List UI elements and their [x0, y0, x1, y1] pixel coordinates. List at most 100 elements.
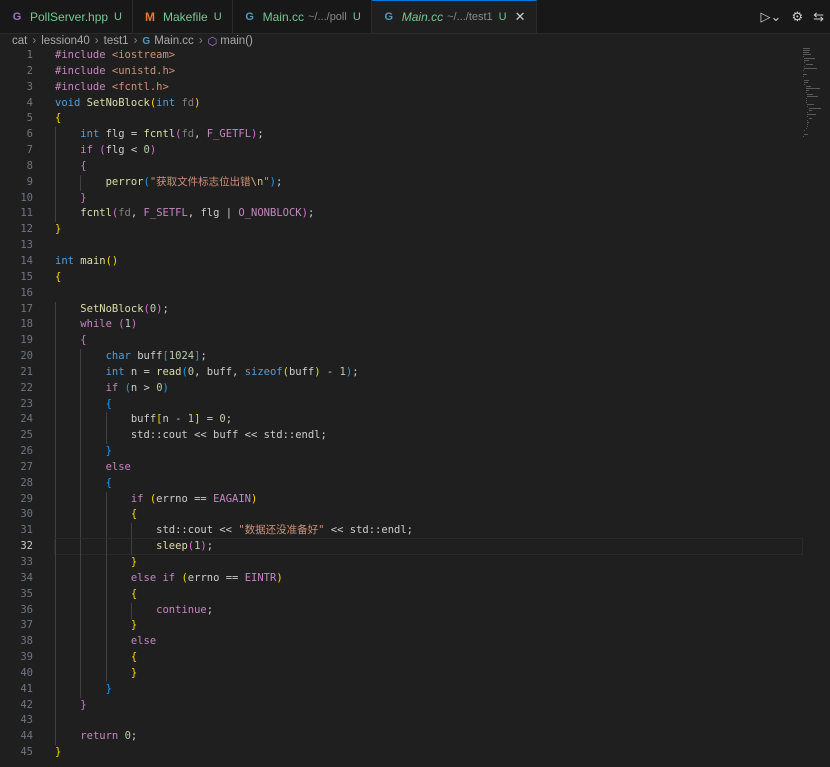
breadcrumb-item[interactable]: Main.cc	[154, 35, 194, 47]
code-line[interactable]: 29 if (errno == EAGAIN)	[0, 491, 830, 508]
code-line[interactable]: 35 {	[0, 586, 830, 603]
makefile-icon: M	[145, 9, 155, 24]
minimap-line	[807, 104, 815, 105]
line-number: 33	[20, 556, 33, 568]
line-number: 37	[20, 619, 33, 632]
code-line[interactable]: 3 #include <fcntl.h>	[0, 80, 830, 96]
line-number: 4	[26, 96, 33, 109]
minimap-line	[807, 96, 819, 97]
tab-pollserver-hpp[interactable]: G PollServer.hpp U	[0, 0, 133, 33]
code-text: if (n > 0)	[105, 381, 169, 394]
line-number: 16	[20, 286, 33, 299]
code-line[interactable]: 28 {	[0, 475, 830, 492]
gear-icon[interactable]: ⚙	[791, 9, 803, 25]
code-line[interactable]: 44 return 0;	[0, 729, 830, 746]
code-line[interactable]: 17 SetNoBlock(0);	[0, 301, 830, 318]
line-number: 17	[20, 302, 33, 315]
code-line[interactable]: 8 {	[0, 158, 830, 175]
code-line[interactable]: 45}	[0, 745, 830, 761]
code-text: }	[55, 223, 62, 236]
code-text: }	[80, 191, 87, 204]
code-line[interactable]: 32 sleep(1);	[0, 538, 830, 556]
code-text: {	[80, 159, 87, 172]
code-line[interactable]: 7 if (flg < 0)	[0, 143, 830, 160]
line-number: 39	[20, 651, 33, 664]
line-number: 5	[26, 112, 33, 125]
code-line[interactable]: 26 }	[0, 444, 830, 461]
line-number: 27	[20, 460, 33, 473]
breadcrumb-item[interactable]: lession40	[41, 35, 90, 47]
untracked-badge: U	[213, 10, 222, 23]
code-line[interactable]: 4 void SetNoBlock(int fd)	[0, 96, 830, 112]
minimap-line	[804, 60, 809, 61]
breadcrumb-item[interactable]: test1	[104, 35, 129, 47]
code-line[interactable]: 6 int flg = fcntl(fd, F_GETFL);	[0, 127, 830, 144]
code-line[interactable]: 11 fcntl(fd, F_SETFL, flg | O_NONBLOCK);	[0, 206, 830, 223]
code-text: {	[105, 476, 112, 489]
code-line[interactable]: 33 }	[0, 555, 830, 571]
code-text: }	[130, 556, 138, 568]
code-line[interactable]: 31 std::cout << "数据还没准备好" << std::endl;	[0, 523, 830, 540]
code-line[interactable]: 30 {	[0, 507, 830, 524]
line-number: 34	[20, 571, 33, 584]
code-line[interactable]: 37 }	[0, 618, 830, 635]
tab-label: Makefile	[163, 9, 208, 24]
code-line[interactable]: 36 continue;	[0, 602, 830, 619]
code-line[interactable]: 40 }	[0, 665, 830, 682]
minimap-line	[807, 122, 809, 123]
compare-changes-icon[interactable]: ⇆	[813, 9, 824, 25]
code-line[interactable]: 14 int main()	[0, 254, 830, 270]
code-line[interactable]: 21 int n = read(0, buff, sizeof(buff) - …	[0, 364, 830, 381]
code-text: {	[80, 334, 87, 347]
line-number: 15	[20, 270, 33, 283]
line-number: 36	[20, 603, 33, 616]
code-line[interactable]: 38 else	[0, 634, 830, 651]
close-icon[interactable]: ✕	[515, 9, 526, 25]
breadcrumb-item[interactable]: main()	[220, 35, 253, 47]
breadcrumb-item[interactable]: cat	[12, 35, 27, 47]
run-debug-icon[interactable]: ▷⌄	[761, 9, 782, 25]
line-number: 35	[20, 587, 33, 600]
code-line[interactable]: 5{	[0, 111, 830, 127]
code-text: }	[80, 698, 87, 711]
code-text: {	[130, 508, 138, 521]
code-line[interactable]: 34 else if (errno == EINTR)	[0, 570, 830, 587]
minimap-line	[803, 48, 810, 49]
code-line[interactable]: 20 char buff[1024];	[0, 349, 830, 366]
line-number: 44	[20, 730, 33, 743]
code-text: }	[55, 746, 62, 759]
code-text: while (1)	[80, 318, 138, 331]
code-line[interactable]: 19 {	[0, 333, 830, 350]
code-line[interactable]: 25 std::cout << buff << std::endl;	[0, 428, 830, 445]
tab-main-cc-test1[interactable]: G Main.cc ~/.../test1 U ✕	[371, 0, 537, 33]
line-number: 22	[20, 381, 33, 394]
code-line[interactable]: 43	[0, 713, 830, 730]
code-line[interactable]: 2 #include <unistd.h>	[0, 64, 830, 80]
code-line[interactable]: 12}	[0, 222, 830, 238]
chevron-right-icon: ›	[198, 35, 203, 47]
minimap[interactable]	[803, 48, 827, 137]
code-line[interactable]: 16	[0, 286, 830, 302]
code-line[interactable]: 15 {	[0, 270, 830, 286]
line-number: 29	[20, 492, 33, 505]
code-line[interactable]: 10 }	[0, 190, 830, 207]
code-line[interactable]: 42 }	[0, 697, 830, 714]
code-line[interactable]: 23 {	[0, 396, 830, 413]
code-text: {	[105, 397, 112, 410]
code-line[interactable]: 18 while (1)	[0, 317, 830, 334]
code-line[interactable]: 13	[0, 238, 830, 254]
code-text: {	[55, 270, 62, 283]
code-text: char buff[1024];	[105, 350, 207, 363]
code-text: int n = read(0, buff, sizeof(buff) - 1);	[105, 365, 359, 378]
tab-makefile[interactable]: M Makefile U	[133, 0, 233, 33]
code-line[interactable]: 27 else	[0, 459, 830, 476]
code-line[interactable]: 41 }	[0, 681, 830, 698]
code-line[interactable]: 39 {	[0, 650, 830, 667]
code-line[interactable]: 22 if (n > 0)	[0, 380, 830, 397]
code-line[interactable]: 24 buff[n - 1] = 0;	[0, 412, 830, 429]
code-text: if (errno == EAGAIN)	[130, 492, 258, 505]
tab-main-cc-poll[interactable]: G Main.cc ~/.../poll U	[233, 0, 372, 33]
code-line[interactable]: 1 #include <iostream>	[0, 48, 830, 64]
code-editor[interactable]: 1 #include <iostream> 2 #include <unistd.h>…	[0, 48, 830, 767]
code-line[interactable]: 9 perror("获取文件标志位出错\n");	[0, 174, 830, 191]
